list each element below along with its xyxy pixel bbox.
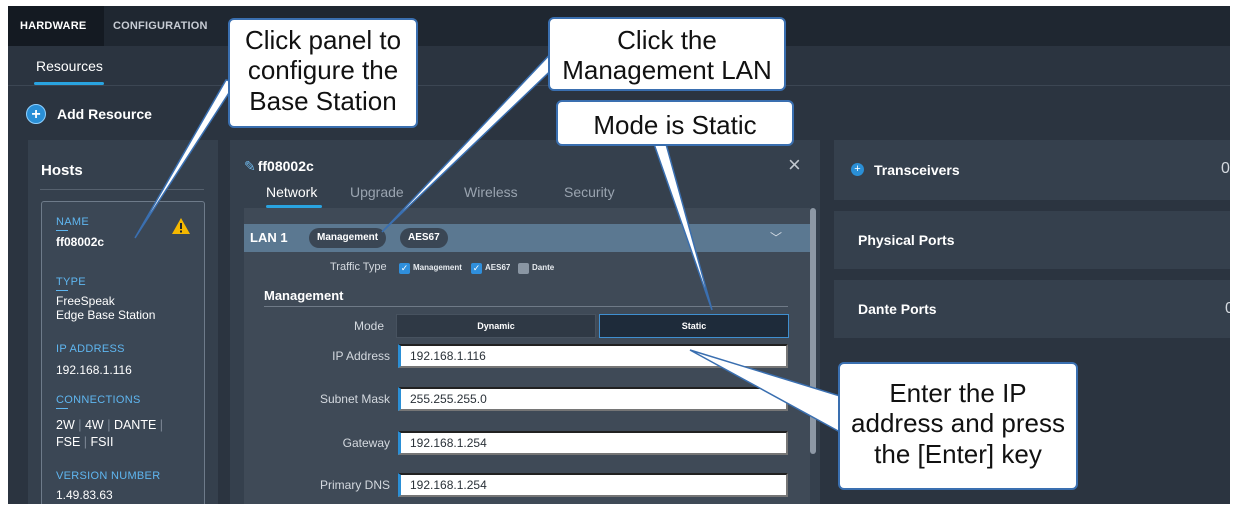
hosts-panel: Hosts NAME ff08002c TYPE FreeSpeak Edge … [28,140,218,504]
label-underline [56,230,68,231]
host-ip: 192.168.1.116 [56,363,132,377]
transceivers-count: 0/ [1221,160,1230,177]
connection-fse: FSE [56,435,81,449]
divider [264,306,788,307]
add-resource-label: Add Resource [57,106,152,122]
lan-1-header[interactable]: LAN 1 Management AES67 ﹀ [244,224,810,252]
edit-pencil-icon[interactable]: ✎ [244,158,256,174]
close-icon[interactable]: × [788,154,801,176]
tab-wireless[interactable]: Wireless [464,184,518,200]
primary-dns-input[interactable] [398,473,788,497]
active-tab-indicator [34,82,104,85]
version-label: VERSION NUMBER [56,470,161,482]
aes67-pill: AES67 [400,228,448,248]
connection-2w: 2W [56,418,75,432]
add-resource-button[interactable]: + Add Resource [26,103,152,125]
callout-text: Click the [617,25,717,55]
version-number: 1.49.83.63 [56,488,113,502]
connections-row2: FSE | FSII [56,435,114,449]
dante-ports-card[interactable]: Dante Ports 0 [834,280,1230,338]
tab-security[interactable]: Security [564,184,615,200]
host-type-line2: Edge Base Station [56,308,156,322]
network-settings-area: LAN 1 Management AES67 ﹀ Traffic Type ✓ … [244,208,810,504]
tab-resources[interactable]: Resources [36,58,103,74]
callout-text: the [Enter] key [874,438,1042,469]
management-checkbox[interactable]: ✓ [399,263,410,274]
ip-address-label: IP ADDRESS [56,343,125,355]
chevron-down-icon[interactable]: ﹀ [770,229,782,246]
primary-dns-label: Primary DNS [319,478,390,492]
type-label: TYPE [56,276,86,288]
management-checkbox-label: Management [413,263,462,272]
tab-network[interactable]: Network [266,184,317,200]
host-type-line1: FreeSpeak [56,294,115,308]
callout-text: Enter the IP [889,378,1027,408]
callout-text: Management LAN [562,55,772,86]
host-name: ff08002c [56,235,105,249]
label-underline [56,408,68,409]
physical-ports-title: Physical Ports [858,232,955,248]
callout-click-panel: Click panel to configure the Base Statio… [228,18,418,128]
lan-title: LAN 1 [250,230,288,245]
tab-configuration[interactable]: CONFIGURATION [113,6,208,46]
tab-hardware[interactable]: HARDWARE [8,6,104,46]
connection-4w: 4W [84,418,104,432]
connections-label: CONNECTIONS [56,394,141,406]
callout-text: configure the [247,55,399,86]
callout-management-lan: Click the Management LAN [548,17,786,91]
subnet-mask-input[interactable] [398,387,788,411]
ip-address-input[interactable] [398,344,788,368]
connection-fsii: FSII [90,435,114,449]
host-card[interactable]: NAME ff08002c TYPE FreeSpeak Edge Base S… [41,201,205,504]
warning-icon [172,218,190,234]
mode-label: Mode [353,319,384,333]
gateway-label: Gateway [342,436,390,450]
subnet-mask-label: Subnet Mask [319,392,390,406]
callout-text: Click panel to [244,25,402,55]
device-name: ✎ ff08002c [244,158,314,175]
device-name-text: ff08002c [257,158,314,174]
dante-ports-count: 0 [1225,300,1230,317]
device-config-panel: ✎ ff08002c × Network Upgrade Wireless Sec… [230,140,820,504]
management-pill: Management [309,228,387,248]
divider [40,189,204,190]
physical-ports-card[interactable]: Physical Ports [834,211,1230,269]
mode-static-button[interactable]: Static [599,314,789,338]
tab-upgrade[interactable]: Upgrade [350,184,404,200]
aes67-checkbox[interactable]: ✓ [471,263,482,274]
name-label: NAME [56,216,89,228]
callout-text: Base Station [249,85,397,116]
mode-dynamic-button[interactable]: Dynamic [396,314,596,338]
gateway-input[interactable] [398,431,788,455]
transceivers-card[interactable]: + Transceivers 0/ [834,140,1230,200]
callout-enter-ip: Enter the IP address and press the [Ente… [838,362,1078,490]
aes67-checkbox-label: AES67 [485,263,511,272]
label-underline [56,290,68,291]
plus-circle-icon: + [26,104,46,124]
traffic-type-label: Traffic Type [330,261,387,273]
dante-checkbox-label: Dante [532,263,555,272]
connection-dante: DANTE [113,418,157,432]
connections-row1: 2W | 4W | DANTE | [56,418,164,432]
scrollbar[interactable] [810,208,816,454]
traffic-type-row: Traffic Type ✓ Management ✓ AES67 Dante [244,260,810,276]
hosts-title: Hosts [41,162,83,179]
plus-circle-icon[interactable]: + [851,163,864,176]
dante-ports-title: Dante Ports [858,301,937,317]
callout-mode-static: Mode is Static [556,100,794,146]
dante-checkbox[interactable] [518,263,529,274]
callout-text: address and press [851,408,1065,439]
callout-text: Mode is Static [593,110,757,140]
ip-address-label: IP Address [332,349,390,363]
transceivers-title: Transceivers [874,162,960,178]
management-heading: Management [264,288,344,303]
